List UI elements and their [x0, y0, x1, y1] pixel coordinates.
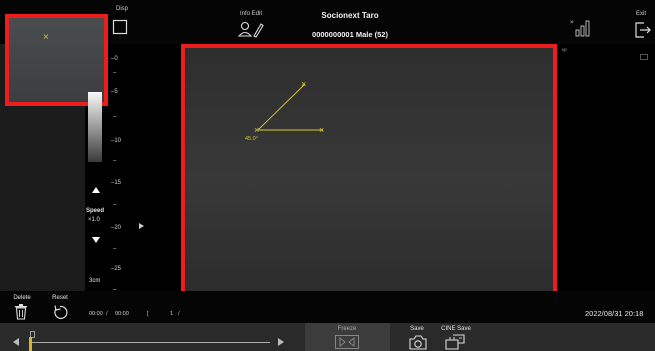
- cine-slider-track[interactable]: [30, 342, 270, 343]
- cine-save-label: CINE Save: [441, 326, 471, 332]
- angle-measurement-label: 45.0°: [245, 136, 258, 142]
- depth-tick-20: –20: [111, 225, 122, 231]
- patient-name: Socionext Taro: [321, 11, 379, 20]
- ultrasound-image-area[interactable]: × × × 45.0°: [181, 44, 557, 315]
- speed-up-button[interactable]: [92, 187, 100, 193]
- depth-unit: 3cm: [89, 278, 101, 284]
- info-edit-button[interactable]: [237, 20, 265, 38]
- patient-id: 0000000001 Male (52): [312, 30, 388, 39]
- angle-caliper[interactable]: × × ×: [185, 48, 555, 313]
- thumbnail-marker: ×: [43, 32, 49, 43]
- exit-label: Exit: [635, 11, 646, 17]
- elapsed-time: 00:00: [89, 311, 103, 317]
- frame-number: 1: [170, 311, 174, 317]
- bottom-strip: [0, 291, 655, 323]
- gray-scale-bar: [88, 92, 102, 162]
- depth-tick-5: –5: [111, 89, 118, 95]
- total-time: 00:00: [115, 311, 129, 317]
- info-edit-label: Info Edit: [239, 11, 262, 17]
- exit-button[interactable]: [634, 21, 652, 39]
- depth-tick-10: –10: [111, 138, 122, 144]
- delete-button[interactable]: [14, 304, 28, 320]
- layout-icon: [640, 47, 648, 60]
- speed-label: Speed: [86, 208, 105, 214]
- caliper-end-marker-2: ×: [319, 125, 324, 135]
- freeze-icon: [335, 335, 359, 349]
- save-button[interactable]: [408, 334, 428, 350]
- caliper-end-marker-1: ×: [301, 79, 306, 89]
- reset-button[interactable]: [52, 304, 68, 320]
- trash-icon: [15, 304, 27, 320]
- slider-marker-icon: [30, 325, 35, 338]
- svg-text:×: ×: [570, 20, 574, 26]
- freeze-label: Freeze: [337, 326, 357, 332]
- cine-camera-icon: [445, 334, 465, 350]
- date-time: 2022/08/31 20:18: [585, 309, 644, 318]
- signal-bars-icon: ×: [570, 20, 590, 37]
- save-label: Save: [410, 326, 424, 332]
- person-edit-icon: [237, 21, 264, 38]
- focus-marker-icon: [139, 223, 144, 229]
- depth-tick-15: –15: [111, 180, 122, 186]
- next-frame-button[interactable]: [278, 338, 284, 346]
- previous-frame-button[interactable]: [13, 338, 19, 346]
- cine-save-button[interactable]: [444, 333, 468, 350]
- depth-tick-25: –25: [111, 266, 122, 272]
- orientation-marker: vp: [562, 47, 567, 52]
- speed-down-button[interactable]: [92, 237, 100, 243]
- display-toggle-button[interactable]: [112, 19, 128, 35]
- exit-icon: [635, 22, 651, 38]
- disp-label: Disp: [115, 6, 128, 12]
- display-icon: [112, 19, 128, 35]
- depth-tick-0: –0: [111, 56, 118, 62]
- probe-status-indicator: ×: [570, 18, 592, 38]
- delete-label: Delete: [13, 295, 31, 301]
- cine-slider-handle[interactable]: [29, 337, 32, 351]
- camera-icon: [409, 335, 427, 350]
- reset-icon: [54, 305, 68, 320]
- speed-value: ×1.0: [88, 217, 100, 223]
- caliper-vertex-marker: ×: [254, 125, 259, 135]
- reset-label: Reset: [52, 295, 68, 301]
